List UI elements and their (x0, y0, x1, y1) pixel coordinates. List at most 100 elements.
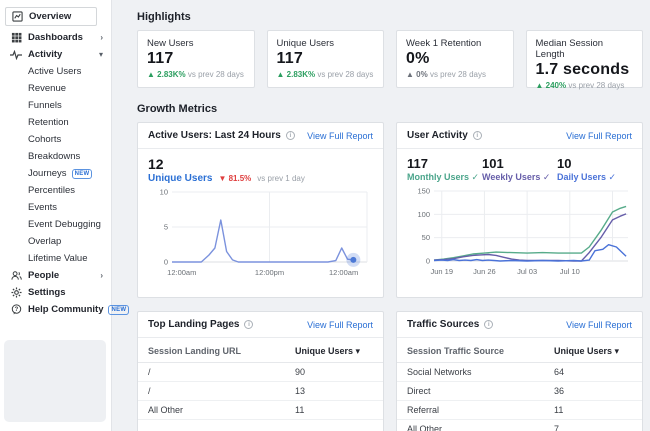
sort-desc-icon: ▾ (356, 346, 361, 356)
sidebar-item-overview[interactable]: Overview (5, 7, 97, 26)
stat-card-week1-retention: Week 1 Retention 0% ▲ 0% vs prev 28 days (396, 30, 514, 88)
sidebar-item-active-users[interactable]: Active Users (0, 63, 111, 80)
column-header[interactable]: Session Landing URL (148, 346, 295, 357)
table-row[interactable]: / 13 (138, 382, 383, 401)
growth-metrics-title: Growth Metrics (137, 103, 643, 115)
sidebar-item-event-debugging[interactable]: Event Debugging (0, 216, 111, 233)
sidebar-item-events[interactable]: Events (0, 199, 111, 216)
svg-text:Jul 03: Jul 03 (517, 267, 537, 276)
chevron-right-icon: › (100, 33, 105, 42)
stat-label[interactable]: Monthly Users (407, 172, 469, 182)
sidebar-item-label: Retention (28, 117, 69, 128)
sidebar-empty-panel (4, 340, 106, 422)
info-icon[interactable]: i (286, 131, 295, 140)
sidebar-item-label: Cohorts (28, 134, 61, 145)
info-icon[interactable]: i (244, 320, 253, 329)
compare-label: vs prev 1 day (257, 174, 305, 183)
svg-text:0: 0 (164, 258, 168, 267)
card-title: Active Users: Last 24 Hours (148, 130, 281, 141)
delta-up-indicator: ▲ 240% (536, 81, 567, 90)
stat-value: 0% (406, 50, 504, 68)
sidebar-item-label: Funnels (28, 100, 62, 111)
table-header: Session Landing URL Unique Users ▾ (138, 338, 383, 363)
new-badge: NEW (108, 305, 129, 315)
svg-text:10: 10 (160, 188, 168, 197)
sidebar-item-label: Overlap (28, 236, 61, 247)
delta-down-indicator: ▼ 81.5% (218, 174, 251, 183)
sidebar-item-breakdowns[interactable]: Breakdowns (0, 148, 111, 165)
unique-users-value: 12 (148, 156, 373, 172)
sidebar-item-activity[interactable]: Activity ▾ (0, 46, 111, 63)
info-icon[interactable]: i (473, 131, 482, 140)
activity-pulse-icon (10, 49, 22, 61)
sidebar-item-funnels[interactable]: Funnels (0, 97, 111, 114)
svg-text:50: 50 (422, 233, 430, 242)
sidebar-item-cohorts[interactable]: Cohorts (0, 131, 111, 148)
monthly-users-stat: 117 Monthly Users ✓ (407, 156, 482, 183)
sidebar-item-dashboards[interactable]: Dashboards › (0, 29, 111, 46)
compare-label: vs prev 28 days (568, 81, 624, 90)
unique-users-cell: 7 (554, 424, 632, 431)
stat-card-unique-users: Unique Users 117 ▲ 2.83K% vs prev 28 day… (267, 30, 385, 88)
card-title: Traffic Sources (407, 319, 479, 330)
svg-text:0: 0 (426, 257, 430, 266)
svg-text:?: ? (14, 307, 18, 313)
sidebar-item-percentiles[interactable]: Percentiles (0, 182, 111, 199)
sidebar-item-label: Settings (28, 287, 65, 298)
sidebar-item-label: Help Community (28, 304, 103, 315)
table-row[interactable]: All Other 7 (397, 420, 642, 431)
sidebar-item-label: Percentiles (28, 185, 75, 196)
view-full-report-link[interactable]: View Full Report (566, 131, 632, 141)
stat-value: 101 (482, 156, 557, 171)
stat-card-median-session-length: Median Session Length 1.7 seconds ▲ 240%… (526, 30, 644, 88)
sidebar-item-label: Events (28, 202, 57, 213)
sidebar-item-overlap[interactable]: Overlap (0, 233, 111, 250)
user-activity-line-chart[interactable]: 050100150Jun 19Jun 26Jul 03Jul 10 (407, 185, 632, 286)
user-activity-card: User Activity i View Full Report 117 Mon… (396, 122, 643, 298)
view-full-report-link[interactable]: View Full Report (307, 320, 373, 330)
sidebar-item-people[interactable]: People › (0, 267, 111, 284)
column-header-sortable[interactable]: Unique Users ▾ (295, 346, 373, 357)
column-header[interactable]: Session Traffic Source (407, 346, 554, 357)
info-icon[interactable]: i (484, 320, 493, 329)
delta-up-indicator: ▲ 2.83K% (147, 70, 186, 79)
stat-label[interactable]: Daily Users (557, 172, 606, 182)
metric-name[interactable]: Unique Users (148, 173, 212, 184)
column-header-sortable[interactable]: Unique Users ▾ (554, 346, 632, 357)
sidebar: Overview Dashboards › Activity ▾ Active … (0, 0, 112, 431)
svg-text:Jun 19: Jun 19 (430, 267, 453, 276)
sidebar-item-revenue[interactable]: Revenue (0, 80, 111, 97)
svg-text:150: 150 (417, 187, 430, 196)
check-icon: ✓ (472, 172, 480, 182)
table-row[interactable]: Social Networks 64 (397, 363, 642, 382)
unique-users-cell: 36 (554, 386, 632, 396)
traffic-source-cell: Direct (407, 386, 554, 396)
stat-label[interactable]: Weekly Users (482, 172, 540, 182)
sidebar-item-settings[interactable]: Settings (0, 284, 111, 301)
table-header: Session Traffic Source Unique Users ▾ (397, 338, 642, 363)
sidebar-item-retention[interactable]: Retention (0, 114, 111, 131)
highlights-title: Highlights (137, 11, 643, 23)
active-users-line-chart[interactable]: 051012:00am12:00pm12:00am (148, 186, 373, 287)
sidebar-item-lifetime-value[interactable]: Lifetime Value (0, 250, 111, 267)
table-row[interactable]: Referral 11 (397, 401, 642, 420)
stat-label: Unique Users (277, 38, 375, 49)
chevron-right-icon: › (100, 271, 105, 280)
traffic-sources-card: Traffic Sources i View Full Report Sessi… (396, 311, 643, 431)
unique-users-cell: 13 (295, 386, 373, 396)
sidebar-item-journeys[interactable]: Journeys NEW (0, 165, 111, 182)
sidebar-item-help-community[interactable]: ? Help Community NEW (0, 301, 111, 318)
view-full-report-link[interactable]: View Full Report (307, 131, 373, 141)
table-row[interactable]: Direct 36 (397, 382, 642, 401)
unique-users-cell: 11 (554, 405, 632, 415)
stat-label: New Users (147, 38, 245, 49)
sidebar-item-label: Breakdowns (28, 151, 80, 162)
svg-text:100: 100 (417, 210, 430, 219)
table-row[interactable]: / 90 (138, 363, 383, 382)
view-full-report-link[interactable]: View Full Report (566, 320, 632, 330)
stat-value: 117 (407, 156, 482, 171)
table-row[interactable]: All Other 11 (138, 401, 383, 420)
sort-desc-icon: ▾ (615, 346, 620, 356)
svg-text:5: 5 (164, 223, 168, 232)
card-title: Top Landing Pages (148, 319, 239, 330)
